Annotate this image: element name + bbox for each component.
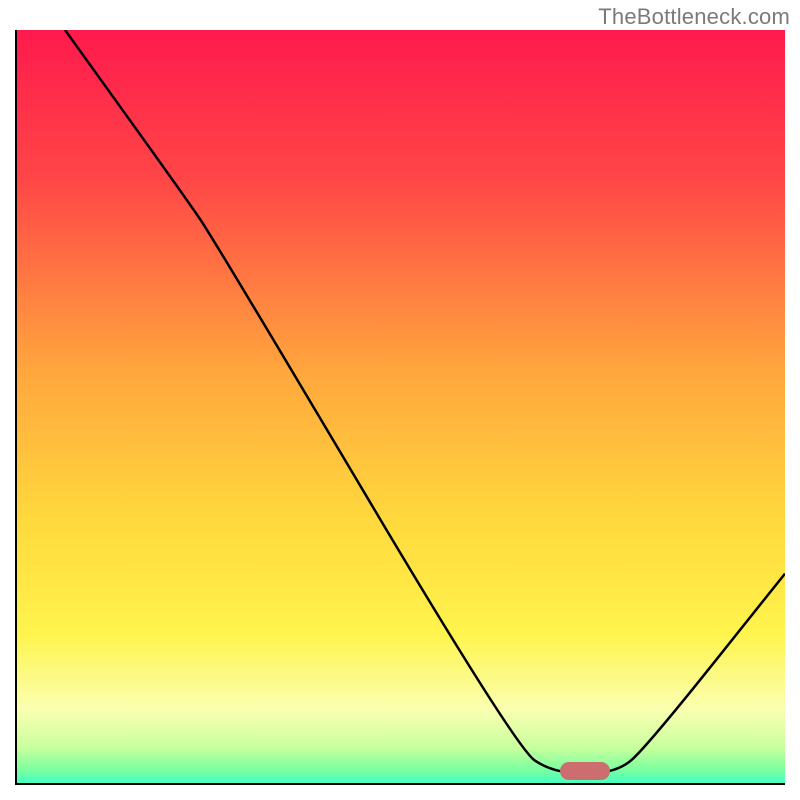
optimal-marker [560,762,610,780]
x-axis [15,783,785,785]
y-axis [15,30,17,785]
watermark-text: TheBottleneck.com [598,4,790,30]
bottleneck-curve [65,30,785,774]
plot-area [15,30,785,785]
curve-layer [15,30,785,785]
